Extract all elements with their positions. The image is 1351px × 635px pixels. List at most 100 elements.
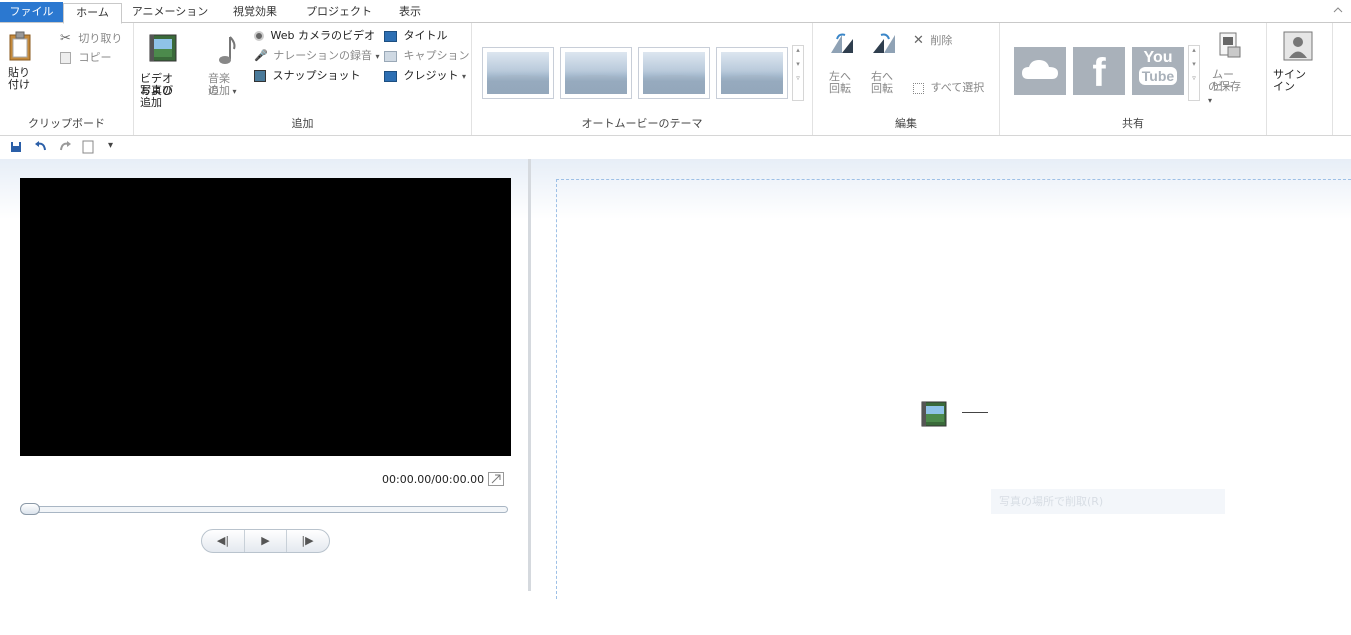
new-project-icon[interactable]	[82, 140, 94, 157]
signin-label: サインイン	[1273, 68, 1306, 93]
facebook-icon: f	[1092, 51, 1106, 95]
group-label-edit: 編集	[895, 117, 917, 130]
seek-thumb[interactable]	[20, 503, 40, 515]
paste-button[interactable]: 貼り 付け	[8, 31, 32, 91]
playback-controls: ◀| ▶ |▶	[201, 529, 330, 553]
gallery-up-icon[interactable]: ▴	[1189, 46, 1199, 54]
onedrive-button[interactable]	[1014, 47, 1066, 95]
rotate-right-icon	[873, 33, 895, 53]
caption-icon	[384, 50, 397, 62]
signin-button[interactable]: サインイン	[1273, 31, 1313, 93]
previous-frame-icon: ◀|	[216, 534, 230, 547]
delete-x-icon: ✕	[913, 33, 924, 48]
youtube-text-1: You	[1143, 49, 1173, 66]
group-signin: サインイン	[1267, 23, 1333, 135]
collapse-ribbon-icon[interactable]	[1333, 6, 1343, 17]
storyboard-area[interactable]	[556, 179, 1351, 599]
fullscreen-icon	[491, 474, 501, 484]
rotate-right-button[interactable]: 右へ 回転	[871, 31, 897, 95]
film-photo-icon	[149, 34, 177, 62]
title-button[interactable]: タイトル	[384, 29, 448, 42]
snapshot-label: スナップショット	[272, 69, 361, 82]
video-preview[interactable]	[20, 178, 511, 456]
group-label-add: 追加	[291, 117, 314, 130]
group-label-themes: オートムービーのテーマ	[581, 117, 703, 130]
copy-label: コピー	[78, 51, 112, 64]
group-label-clipboard: クリップボード	[28, 117, 105, 130]
cut-label: 切り取り	[78, 32, 123, 45]
add-media-placeholder[interactable]	[920, 400, 950, 431]
tab-home[interactable]: ホーム	[63, 3, 122, 24]
storyboard-hint: 写真の場所で削取(R)	[991, 489, 1225, 514]
play-icon: ▶	[261, 534, 270, 547]
group-clipboard: 貼り 付け ✂ 切り取り コピー クリップボード	[0, 23, 134, 135]
gallery-up-icon[interactable]: ▴	[793, 46, 803, 54]
save-movie-button[interactable]: ムービー の保存 ▾	[1208, 31, 1242, 105]
theme-thumbnail[interactable]	[716, 47, 788, 99]
webcam-video-button[interactable]: Web カメラのビデオ	[254, 29, 375, 42]
caption-button[interactable]: キャプション	[384, 49, 470, 62]
rotate-left-button[interactable]: 左へ 回転	[829, 31, 855, 95]
save-movie-label-2: の保存	[1208, 80, 1241, 93]
scissors-icon: ✂	[60, 31, 71, 46]
add-music-button[interactable]: 音楽の 追加 ▾	[208, 35, 238, 97]
fullscreen-button[interactable]	[488, 472, 504, 486]
play-button[interactable]: ▶	[244, 530, 286, 552]
tab-view[interactable]: 表示	[390, 3, 430, 23]
time-display: 00:00.00/00:00.00	[382, 473, 485, 486]
copy-button[interactable]: コピー	[60, 51, 112, 64]
record-narration-button[interactable]: 🎤 ナレーションの録音 ▾	[254, 49, 380, 62]
user-icon	[1283, 31, 1313, 61]
placeholder-dash	[962, 412, 988, 413]
delete-button[interactable]: ✕ 削除	[913, 33, 952, 48]
add-videos-photos-button[interactable]: ビデオおよび 写真の追加	[140, 33, 180, 109]
facebook-button[interactable]: f	[1073, 47, 1125, 95]
gallery-scrollbar[interactable]: ▴ ▾ ▿	[792, 45, 804, 101]
tab-file[interactable]: ファイル	[0, 2, 63, 22]
group-share: f You Tube ▴ ▾ ▿ ムービー の保存 ▾ 共有	[1000, 23, 1267, 135]
paste-label-2: 付け	[8, 78, 30, 91]
tab-project[interactable]: プロジェクト	[298, 3, 380, 23]
ribbon: 貼り 付け ✂ 切り取り コピー クリップボード ビデオおよび 写真の追加 音楽…	[0, 22, 1351, 136]
caption-label: キャプション	[403, 49, 470, 62]
undo-icon[interactable]	[34, 140, 48, 157]
title-label: タイトル	[403, 29, 448, 42]
rotate-left-icon	[831, 33, 853, 53]
select-all-button[interactable]: すべて選択	[913, 81, 984, 94]
tab-animation[interactable]: アニメーション	[128, 3, 212, 23]
next-frame-button[interactable]: |▶	[286, 530, 328, 552]
dropdown-arrow-icon: ▾	[1208, 96, 1213, 105]
save-icon[interactable]	[10, 141, 22, 156]
cut-button[interactable]: ✂ 切り取り	[60, 31, 122, 46]
theme-thumbnail[interactable]	[482, 47, 554, 99]
microphone-icon: 🎤	[254, 49, 268, 62]
select-all-label: すべて選択	[930, 81, 985, 94]
delete-label: 削除	[930, 34, 953, 47]
theme-thumbnail[interactable]	[638, 47, 710, 99]
gallery-expand-icon[interactable]: ▿	[1189, 74, 1199, 82]
snapshot-button[interactable]: スナップショット	[254, 69, 361, 82]
tab-visual-effects[interactable]: 視覚効果	[222, 3, 288, 23]
paste-icon	[9, 31, 31, 61]
storyboard-pane	[531, 159, 1351, 599]
webcam-icon	[254, 31, 264, 41]
group-automovie-themes: ▴ ▾ ▿ オートムービーのテーマ	[472, 23, 813, 135]
gallery-down-icon[interactable]: ▾	[793, 60, 803, 68]
credits-label: クレジット	[403, 69, 459, 82]
credits-button[interactable]: クレジット ▾	[384, 69, 466, 82]
work-area: 00:00.00/00:00.00 ◀| ▶ |▶ 写真の場所で削取(R)	[0, 159, 1351, 635]
group-edit: 左へ 回転 右へ 回転 ✕ 削除 すべて選択 編集	[813, 23, 1000, 135]
redo-icon[interactable]	[58, 140, 72, 157]
gallery-down-icon[interactable]: ▾	[1189, 60, 1199, 68]
gallery-expand-icon[interactable]: ▿	[793, 74, 803, 82]
previous-frame-button[interactable]: ◀|	[202, 530, 244, 552]
seek-bar[interactable]	[22, 506, 508, 513]
rotate-left-label-2: 回転	[829, 82, 851, 95]
youtube-button[interactable]: You Tube	[1132, 47, 1184, 95]
copy-icon	[60, 52, 71, 64]
customize-toolbar-icon[interactable]: ▾	[108, 140, 113, 151]
narration-label: ナレーションの録音	[273, 49, 372, 62]
cloud-icon	[1022, 60, 1058, 79]
theme-thumbnail[interactable]	[560, 47, 632, 99]
share-gallery-scrollbar[interactable]: ▴ ▾ ▿	[1188, 45, 1200, 101]
